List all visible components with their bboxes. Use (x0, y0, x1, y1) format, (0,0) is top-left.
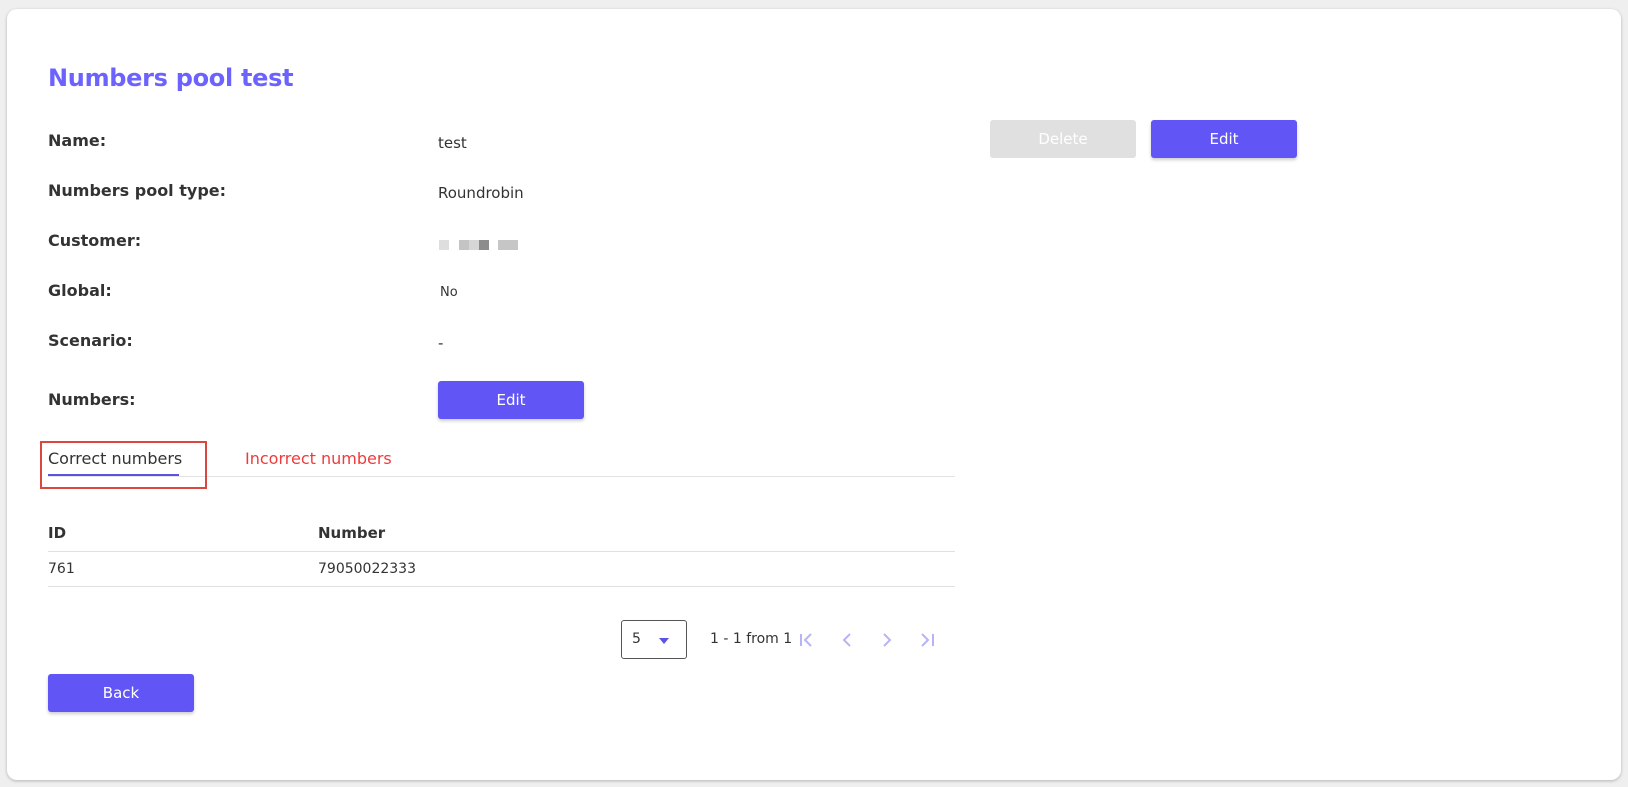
column-header-id: ID (48, 524, 67, 542)
customer-label: Customer: (48, 231, 142, 250)
delete-button[interactable]: Delete (990, 120, 1136, 158)
global-value: No (440, 285, 458, 300)
cell-id: 761 (48, 561, 75, 577)
page-size-select[interactable]: 5 (621, 620, 687, 659)
chevron-right-icon[interactable] (876, 629, 898, 651)
edit-button[interactable]: Edit (1151, 120, 1297, 158)
column-header-number: Number (318, 524, 386, 542)
name-value: test (438, 134, 467, 152)
first-page-icon[interactable] (796, 629, 818, 651)
caret-down-icon (659, 638, 669, 644)
numbers-edit-button[interactable]: Edit (438, 381, 584, 419)
tab-incorrect-numbers[interactable]: Incorrect numbers (245, 449, 392, 468)
row-divider (48, 586, 955, 587)
header-divider (48, 551, 955, 552)
pagination-range: 1 - 1 from 1 (710, 631, 793, 647)
scenario-value: - (438, 334, 444, 352)
global-label: Global: (48, 281, 112, 300)
pool-type-value: Roundrobin (438, 184, 524, 202)
name-label: Name: (48, 131, 107, 150)
page-card: Numbers pool test Name: test Numbers poo… (7, 9, 1621, 780)
page-title: Numbers pool test (48, 64, 294, 92)
pool-type-label: Numbers pool type: (48, 181, 227, 200)
page-size-value: 5 (632, 631, 641, 647)
scenario-label: Scenario: (48, 331, 133, 350)
back-button[interactable]: Back (48, 674, 194, 712)
cell-number: 79050022333 (318, 561, 416, 577)
highlight-annotation (40, 441, 207, 489)
numbers-label: Numbers: (48, 390, 136, 409)
last-page-icon[interactable] (916, 629, 938, 651)
chevron-left-icon[interactable] (836, 629, 858, 651)
